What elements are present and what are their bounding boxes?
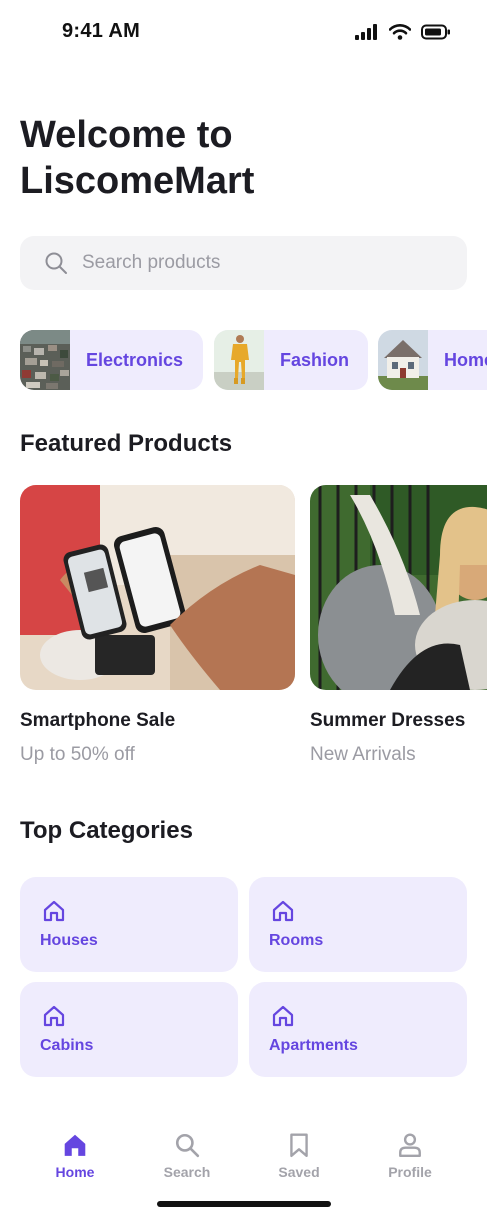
search-icon (45, 252, 67, 274)
profile-icon (399, 1133, 421, 1158)
aerial-city-photo (20, 330, 70, 390)
top-categories-title: Top Categories (20, 817, 193, 844)
page-title-line-2: LiscomeMart (20, 160, 255, 202)
bookmark-icon (290, 1133, 308, 1158)
category-label: Cabins (40, 1037, 94, 1054)
product-card[interactable]: Smartphone Sale Up to 50% off (20, 485, 295, 766)
tab-saved[interactable]: Saved (259, 1132, 339, 1180)
phone-payment-photo (20, 485, 295, 690)
search-bar[interactable] (20, 236, 467, 290)
house-icon (272, 1005, 294, 1027)
status-icons (355, 24, 451, 40)
product-subtitle: New Arrivals (310, 744, 416, 765)
category-card-rooms[interactable]: Rooms (249, 877, 467, 972)
category-label: Apartments (269, 1037, 358, 1054)
category-chips: Electronics Fashion Home (20, 330, 487, 390)
search-input[interactable] (80, 251, 444, 275)
featured-products-carousel: Smartphone Sale Up to 50% off Summer Dre… (20, 485, 487, 775)
product-card[interactable]: Summer Dresses New Arrivals (310, 485, 487, 766)
tab-label: Home (55, 1164, 95, 1180)
house-photo (378, 330, 428, 390)
chip-label: Fashion (280, 349, 350, 370)
woman-hammock-photo (310, 485, 487, 690)
house-icon (43, 900, 65, 922)
product-name: Smartphone Sale (20, 710, 176, 731)
chip-electronics[interactable]: Electronics (20, 330, 203, 390)
search-icon (175, 1133, 200, 1158)
signal-icon (355, 24, 377, 40)
category-card-cabins[interactable]: Cabins (20, 982, 238, 1077)
home-indicator (157, 1201, 331, 1207)
wifi-icon (389, 24, 411, 40)
page-title-line-1: Welcome to (20, 114, 233, 156)
tab-label: Search (163, 1164, 211, 1180)
page-title: Welcome to LiscomeMart (20, 112, 460, 204)
category-label: Houses (40, 932, 98, 949)
chip-label: Electronics (86, 349, 184, 370)
product-subtitle: Up to 50% off (20, 744, 135, 765)
category-card-houses[interactable]: Houses (20, 877, 238, 972)
chip-home[interactable]: Home (378, 330, 487, 390)
category-card-apartments[interactable]: Apartments (249, 982, 467, 1077)
fashion-model-photo (214, 330, 264, 390)
house-icon (43, 1005, 65, 1027)
featured-products-title: Featured Products (20, 430, 233, 457)
status-time: 9:41 AM (62, 20, 141, 42)
tab-search[interactable]: Search (147, 1132, 227, 1180)
status-bar: 9:41 AM (0, 0, 487, 64)
battery-icon (421, 24, 450, 40)
product-name: Summer Dresses (310, 710, 466, 731)
tab-label: Saved (278, 1164, 320, 1180)
chip-fashion[interactable]: Fashion (214, 330, 368, 390)
tab-profile[interactable]: Profile (370, 1132, 450, 1180)
tab-label: Profile (388, 1164, 432, 1180)
chip-label: Home (444, 349, 487, 370)
house-icon (272, 900, 294, 922)
category-label: Rooms (269, 932, 324, 949)
home-icon (64, 1134, 86, 1156)
tab-home[interactable]: Home (35, 1132, 115, 1180)
